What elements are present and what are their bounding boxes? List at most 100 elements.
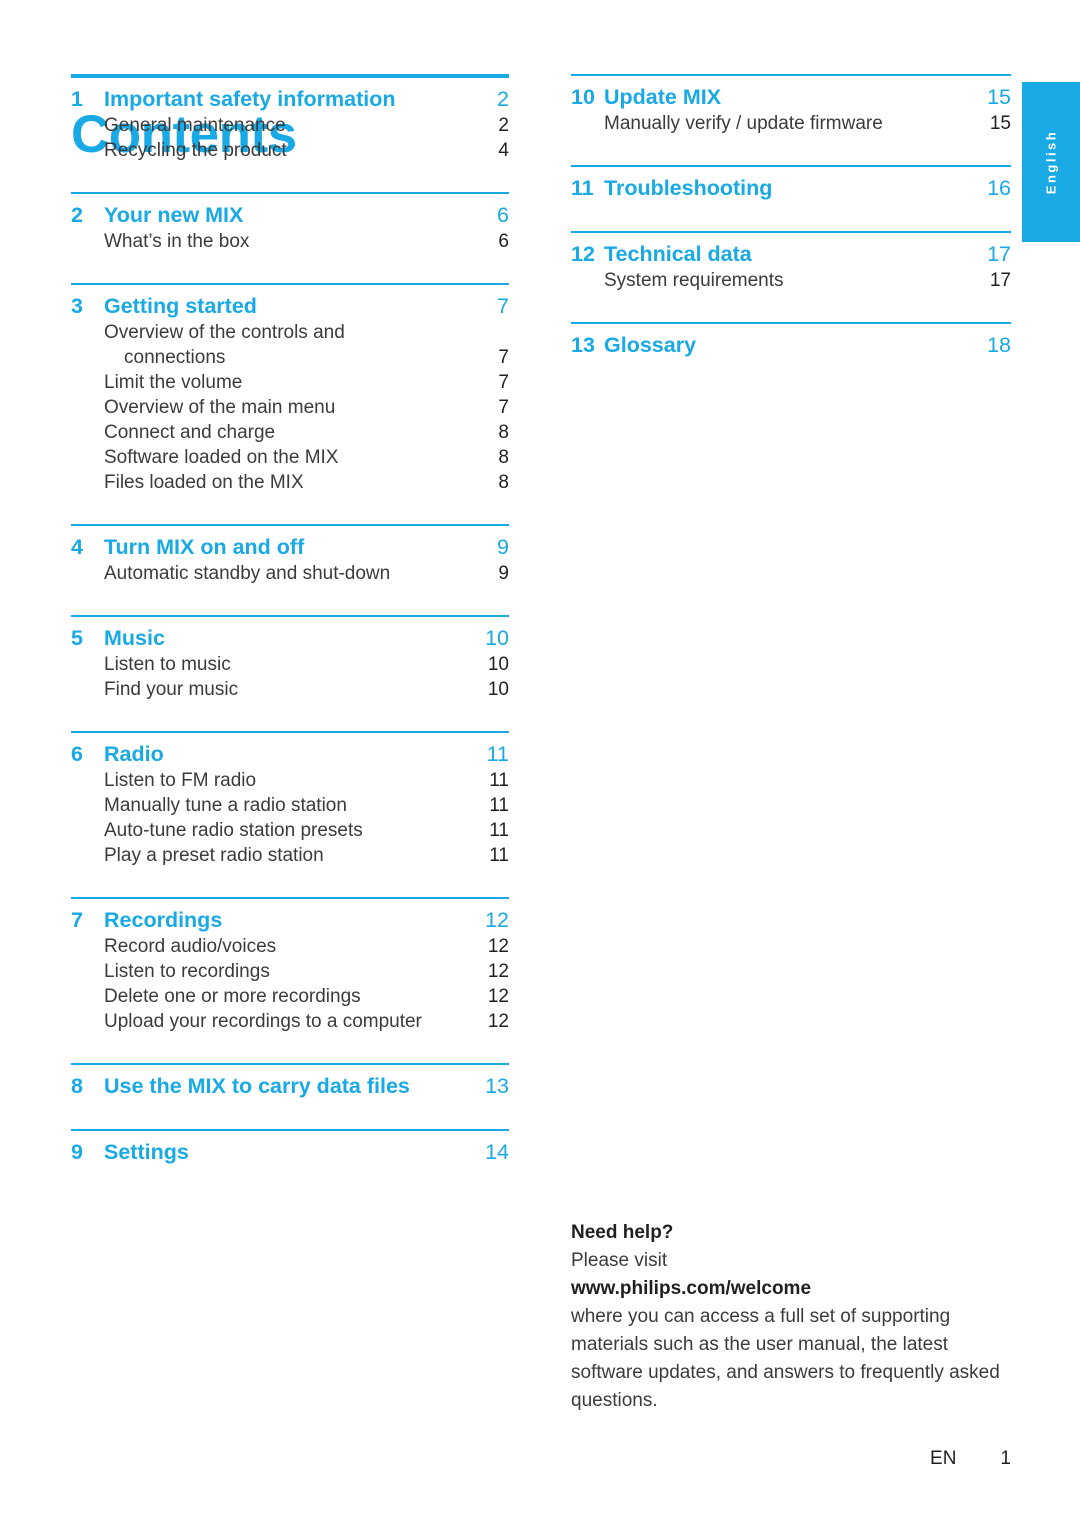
toc-entry[interactable]: Upload your recordings to a computer 12 <box>71 1008 509 1033</box>
chapter-page-number: 9 <box>497 535 509 559</box>
toc-chapter-heading[interactable]: 9 Settings 14 <box>71 1131 509 1165</box>
toc-left-column: 1 Important safety information 2 General ma… <box>71 74 509 1195</box>
chapter-number: 11 <box>571 176 594 200</box>
toc-chapter: 3 Getting started 7 Overview of the control… <box>71 283 509 524</box>
chapter-title: Turn MIX on and off <box>104 535 305 559</box>
toc-entry[interactable]: Auto-tune radio station presets 11 <box>71 817 509 842</box>
chapter-number: 3 <box>71 294 83 318</box>
entry-page-number: 8 <box>498 472 509 493</box>
language-tab-english: English <box>1022 82 1080 242</box>
entry-page-number: 10 <box>487 679 509 700</box>
chapter-title: Technical data <box>604 242 752 266</box>
toc-chapter-heading[interactable]: 5 Music 10 <box>71 617 509 651</box>
toc-entry[interactable]: System requirements 17 <box>571 267 1011 292</box>
toc-chapter: 11 Troubleshooting 16 <box>571 165 1011 231</box>
chapter-number: 6 <box>71 742 83 766</box>
need-help-body: where you can access a full set of suppo… <box>571 1305 1000 1411</box>
entry-title: Recycling the product <box>104 140 287 161</box>
entry-page-number: 11 <box>489 770 509 791</box>
entry-page-number: 11 <box>489 845 509 866</box>
toc-entry[interactable]: Listen to music 10 <box>71 651 509 676</box>
toc-chapter: 5 Music 10 Listen to music 10 Find your music… <box>71 615 509 731</box>
entry-page-number: 17 <box>989 270 1011 291</box>
toc-chapter: 12 Technical data 17 System requirements 17 <box>571 231 1011 322</box>
chapter-spacer <box>71 1165 509 1195</box>
toc-entry[interactable]: Overview of the main menu 7 <box>71 394 509 419</box>
entry-title: connections <box>124 347 226 368</box>
entry-title: Overview of the main menu <box>104 397 336 418</box>
toc-entry[interactable]: connections 7 <box>71 344 509 369</box>
toc-entry[interactable]: Delete one or more recordings 12 <box>71 983 509 1008</box>
toc-chapter: 6 Radio 11 Listen to FM radio 11 Manually tun… <box>71 731 509 897</box>
entry-page-number: 12 <box>487 961 509 982</box>
entry-title: Manually verify / update firmware <box>604 113 883 134</box>
toc-chapter-heading[interactable]: 4 Turn MIX on and off 9 <box>71 526 509 560</box>
chapter-title: Radio <box>104 742 164 766</box>
entry-page-number: 6 <box>498 231 509 252</box>
entry-page-number: 4 <box>498 140 509 161</box>
toc-entry[interactable]: Limit the volume 7 <box>71 369 509 394</box>
entry-page-number: 7 <box>498 397 509 418</box>
toc-entry[interactable]: What’s in the box 6 <box>71 228 509 253</box>
chapter-page-number: 11 <box>486 742 509 766</box>
toc-entry[interactable]: Connect and charge 8 <box>71 419 509 444</box>
toc-entry[interactable]: Software loaded on the MIX 8 <box>71 444 509 469</box>
toc-chapter-heading[interactable]: 12 Technical data 17 <box>571 233 1011 267</box>
toc-chapter-heading[interactable]: 2 Your new MIX 6 <box>71 194 509 228</box>
chapter-title: Settings <box>104 1140 189 1164</box>
chapter-page-number: 6 <box>497 203 509 227</box>
chapter-spacer <box>71 1033 509 1063</box>
entry-title: Files loaded on the MIX <box>104 472 304 493</box>
entry-page-number: 7 <box>498 372 509 393</box>
philips-welcome-url[interactable]: www.philips.com/welcome <box>571 1275 1011 1303</box>
chapter-spacer <box>571 292 1011 322</box>
toc-chapter-heading[interactable]: 3 Getting started 7 <box>71 285 509 319</box>
toc-chapter-heading[interactable]: 10 Update MIX 15 <box>571 76 1011 110</box>
chapter-page-number: 16 <box>987 176 1011 200</box>
chapter-spacer <box>71 1099 509 1129</box>
toc-chapter-heading[interactable]: 13 Glossary 18 <box>571 324 1011 358</box>
toc-chapter: 9 Settings 14 <box>71 1129 509 1195</box>
entry-title: Listen to recordings <box>104 961 270 982</box>
toc-chapter-heading[interactable]: 7 Recordings 12 <box>71 899 509 933</box>
entry-title: What’s in the box <box>104 231 250 252</box>
entry-page-number: 10 <box>487 654 509 675</box>
need-help-block: Need help? Please visit www.philips.com/… <box>571 1219 1011 1414</box>
toc-chapter-heading[interactable]: 11 Troubleshooting 16 <box>571 167 1011 201</box>
chapter-spacer <box>571 201 1011 231</box>
toc-entry[interactable]: Automatic standby and shut-down 9 <box>71 560 509 585</box>
chapter-page-number: 12 <box>485 908 509 932</box>
toc-chapter-heading[interactable]: 8 Use the MIX to carry data files 13 <box>71 1065 509 1099</box>
entry-title: Listen to music <box>104 654 231 675</box>
toc-entry[interactable]: General maintenance 2 <box>71 112 509 137</box>
chapter-spacer <box>71 253 509 283</box>
toc-entry[interactable]: Listen to FM radio 11 <box>71 767 509 792</box>
entry-page-number: 8 <box>498 422 509 443</box>
entry-title: General maintenance <box>104 115 286 136</box>
chapter-page-number: 7 <box>497 294 509 318</box>
toc-entry[interactable]: Find your music 10 <box>71 676 509 701</box>
entry-page-number: 7 <box>498 347 509 368</box>
toc-entry[interactable]: Overview of the controls and <box>71 319 509 344</box>
toc-entry[interactable]: Listen to recordings 12 <box>71 958 509 983</box>
toc-entry[interactable]: Play a preset radio station 11 <box>71 842 509 867</box>
toc-entry[interactable]: Manually tune a radio station 11 <box>71 792 509 817</box>
entry-title: Listen to FM radio <box>104 770 257 791</box>
chapter-number: 4 <box>71 535 83 559</box>
language-tab-label: English <box>1043 129 1059 195</box>
chapter-title: Recordings <box>104 908 223 932</box>
chapter-number: 1 <box>71 87 83 111</box>
chapter-page-number: 2 <box>497 87 509 111</box>
toc-entry[interactable]: Files loaded on the MIX 8 <box>71 469 509 494</box>
toc-entry[interactable]: Record audio/voices 12 <box>71 933 509 958</box>
toc-chapter-heading[interactable]: 1 Important safety information 2 <box>71 78 509 112</box>
chapter-title: Use the MIX to carry data files <box>104 1074 410 1098</box>
entry-page-number: 2 <box>498 115 509 136</box>
toc-chapter-heading[interactable]: 6 Radio 11 <box>71 733 509 767</box>
entry-title: Upload your recordings to a computer <box>104 1011 422 1032</box>
manual-contents-page: English Contents 1 Important safety infor… <box>0 0 1080 1527</box>
toc-entry[interactable]: Recycling the product 4 <box>71 137 509 162</box>
toc-right-column: 10 Update MIX 15 Manually verify / update f… <box>571 74 1011 388</box>
entry-page-number: 8 <box>498 447 509 468</box>
toc-entry[interactable]: Manually verify / update firmware 15 <box>571 110 1011 135</box>
